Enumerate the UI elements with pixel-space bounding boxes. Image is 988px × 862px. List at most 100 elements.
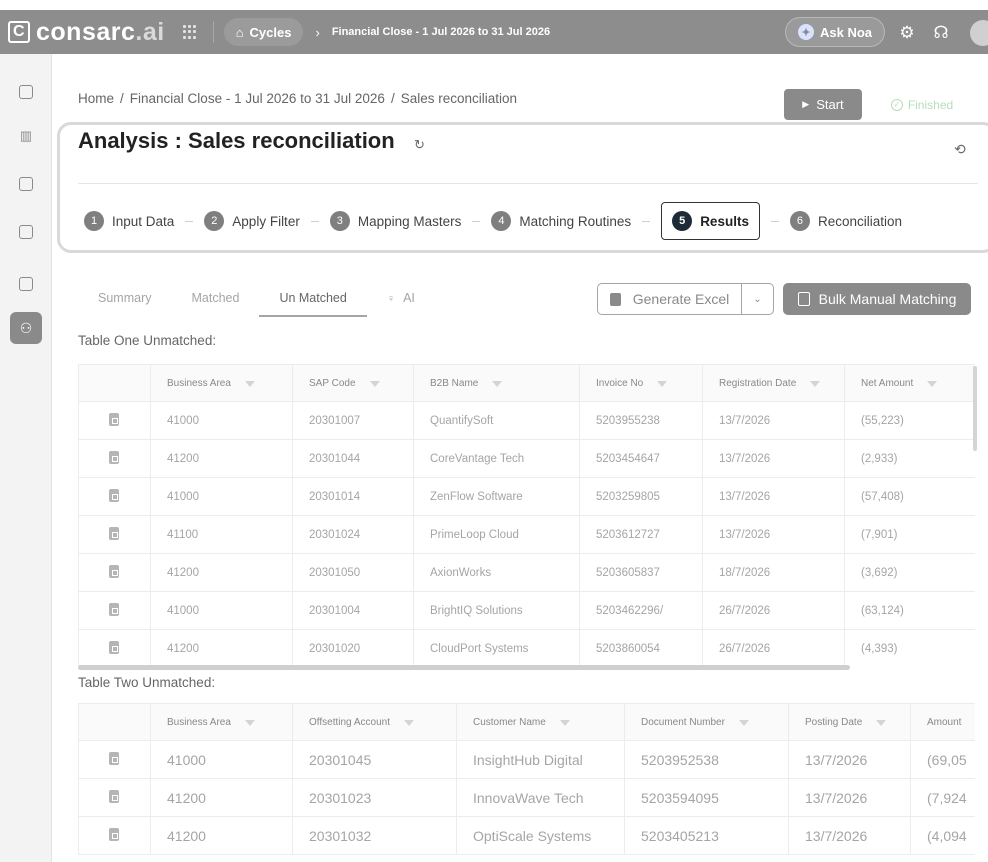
- document-icon[interactable]: [109, 827, 119, 841]
- tab-unmatched[interactable]: Un Matched: [259, 283, 367, 317]
- filter-icon[interactable]: [927, 380, 938, 387]
- column-header[interactable]: Registration Date: [702, 364, 845, 402]
- breadcrumb-home[interactable]: Home: [78, 91, 114, 106]
- filter-icon[interactable]: [876, 719, 887, 726]
- cycles-button[interactable]: ⌂ Cycles: [223, 18, 304, 46]
- step-results[interactable]: 5 Results: [661, 202, 760, 240]
- document-icon[interactable]: [109, 488, 119, 502]
- table-cell: 5203405213: [624, 816, 789, 855]
- document-icon[interactable]: [109, 526, 119, 540]
- step-matching-routines[interactable]: 4 Matching Routines: [491, 202, 631, 240]
- table-row[interactable]: 41000 20301014 ZenFlow Software 52032598…: [78, 477, 975, 516]
- column-header[interactable]: Invoice No: [579, 364, 703, 402]
- bar-chart-icon[interactable]: ▥: [15, 125, 37, 147]
- consarc-logo[interactable]: C consarc.ai: [8, 18, 165, 47]
- step-number: 4: [491, 211, 512, 231]
- sidebar-toggle-icon[interactable]: [15, 81, 37, 103]
- table-one-container: Business Area SAP Code B2B Name Invoice …: [78, 364, 975, 666]
- finished-button[interactable]: ✓ Finished: [872, 89, 972, 120]
- current-cycle-label[interactable]: Financial Close - 1 Jul 2026 to 31 Jul 2…: [332, 26, 550, 38]
- table-row[interactable]: 41000 20301045 InsightHub Digital 520395…: [78, 740, 975, 779]
- notes-icon[interactable]: [15, 173, 37, 195]
- column-header[interactable]: Customer Name: [456, 703, 625, 741]
- table-row[interactable]: 41200 20301050 AxionWorks 5203605837 18/…: [78, 553, 975, 592]
- start-button[interactable]: ▶ Start: [784, 89, 862, 120]
- inbox-icon[interactable]: [15, 221, 37, 243]
- apps-grid-icon[interactable]: [182, 25, 197, 39]
- table-cell: 41000: [150, 401, 293, 440]
- document-icon[interactable]: [109, 450, 119, 464]
- step-label: Input Data: [112, 213, 175, 229]
- column-header[interactable]: Business Area: [150, 364, 293, 402]
- document-icon[interactable]: [109, 412, 119, 426]
- table-row[interactable]: 41000 20301007 QuantifySoft 5203955238 1…: [78, 401, 975, 440]
- table-row[interactable]: 41200 20301020 CloudPort Systems 5203860…: [78, 629, 975, 666]
- row-action-cell[interactable]: [78, 591, 151, 630]
- row-action-cell[interactable]: [78, 477, 151, 516]
- settings-gear-icon[interactable]: ⚙: [896, 22, 918, 44]
- step-mapping-masters[interactable]: 3 Mapping Masters: [329, 202, 461, 240]
- logo-mark: C: [8, 21, 30, 43]
- column-header[interactable]: Amount: [910, 703, 975, 741]
- table-row[interactable]: 41100 20301024 PrimeLoop Cloud 520361272…: [78, 515, 975, 554]
- breadcrumb-cycle[interactable]: Financial Close - 1 Jul 2026 to 31 Jul 2…: [130, 91, 385, 106]
- column-header[interactable]: B2B Name: [413, 364, 580, 402]
- document-icon[interactable]: [109, 564, 119, 578]
- table-cell: (7,924: [910, 778, 975, 817]
- row-action-cell[interactable]: [78, 816, 151, 855]
- filter-icon[interactable]: [244, 719, 255, 726]
- table-cell: 20301044: [292, 439, 414, 478]
- column-header[interactable]: SAP Code: [292, 364, 414, 402]
- document-icon[interactable]: [109, 602, 119, 616]
- ask-noa-button[interactable]: ✦ Ask Noa: [785, 17, 885, 47]
- document-icon[interactable]: [109, 789, 119, 803]
- row-action-cell[interactable]: [78, 778, 151, 817]
- action-column-header: [78, 364, 151, 402]
- filter-icon[interactable]: [559, 719, 570, 726]
- column-header[interactable]: Offsetting Account: [292, 703, 457, 741]
- filter-icon[interactable]: [369, 380, 380, 387]
- tab-ai[interactable]: ♀ AI: [367, 283, 435, 315]
- excel-options-dropdown[interactable]: ⌄: [741, 283, 774, 315]
- vertical-scrollbar[interactable]: [973, 366, 977, 451]
- refresh-icon[interactable]: ↻: [414, 137, 425, 153]
- headset-icon[interactable]: ☊: [930, 22, 952, 44]
- document-icon[interactable]: [15, 273, 37, 295]
- column-header[interactable]: Net Amount: [844, 364, 975, 402]
- filter-icon[interactable]: [657, 380, 668, 387]
- document-icon[interactable]: [109, 751, 119, 765]
- reconciliation-bot-icon[interactable]: ⚇: [10, 312, 42, 344]
- filter-icon[interactable]: [403, 719, 414, 726]
- filter-icon[interactable]: [492, 380, 503, 387]
- tab-matched[interactable]: Matched: [171, 283, 259, 315]
- table-row[interactable]: 41000 20301004 BrightIQ Solutions 520346…: [78, 591, 975, 630]
- cycles-label: Cycles: [249, 24, 292, 40]
- row-action-cell[interactable]: [78, 553, 151, 592]
- filter-icon[interactable]: [738, 719, 749, 726]
- table-row[interactable]: 41200 20301023 InnovaWave Tech 520359409…: [78, 778, 975, 817]
- document-icon[interactable]: [109, 640, 119, 654]
- step-apply-filter[interactable]: 2 Apply Filter: [204, 202, 300, 240]
- step-input-data[interactable]: 1 Input Data: [84, 202, 174, 240]
- filter-icon[interactable]: [810, 380, 821, 387]
- generate-excel-button[interactable]: Generate Excel: [597, 283, 742, 315]
- table-one-title: Table One Unmatched:: [78, 333, 217, 348]
- column-header[interactable]: Document Number: [624, 703, 789, 741]
- table-cell: 20301032: [292, 816, 457, 855]
- column-header[interactable]: Business Area: [150, 703, 293, 741]
- history-icon[interactable]: ⟲: [954, 141, 966, 158]
- avatar[interactable]: [970, 20, 988, 46]
- row-action-cell[interactable]: [78, 401, 151, 440]
- bulk-manual-matching-button[interactable]: Bulk Manual Matching: [783, 283, 971, 315]
- row-action-cell[interactable]: [78, 629, 151, 666]
- horizontal-scrollbar[interactable]: [78, 665, 850, 670]
- column-header[interactable]: Posting Date: [788, 703, 911, 741]
- row-action-cell[interactable]: [78, 439, 151, 478]
- tab-summary[interactable]: Summary: [78, 283, 171, 315]
- step-reconciliation[interactable]: 6 Reconciliation: [789, 202, 902, 240]
- table-row[interactable]: 41200 20301032 OptiScale Systems 5203405…: [78, 816, 975, 855]
- filter-icon[interactable]: [244, 380, 255, 387]
- row-action-cell[interactable]: [78, 515, 151, 554]
- row-action-cell[interactable]: [78, 740, 151, 779]
- table-row[interactable]: 41200 20301044 CoreVantage Tech 52034546…: [78, 439, 975, 478]
